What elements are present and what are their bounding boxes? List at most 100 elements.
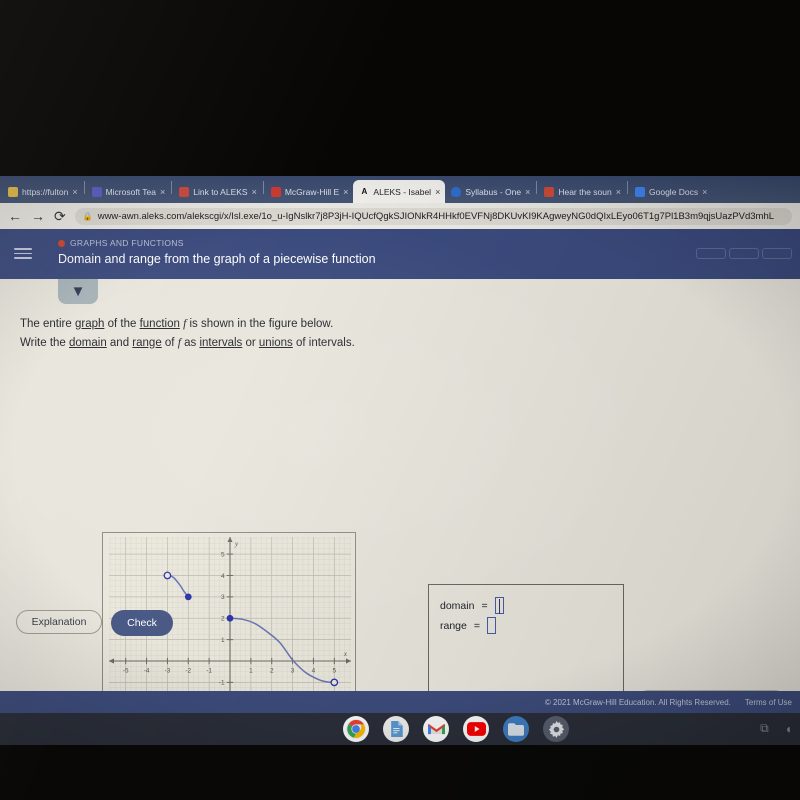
photo-of-laptop-screen: https://fulton × Microsoft Tea × Link to ALE… <box>0 0 800 800</box>
aleks-a-icon: A <box>361 186 368 196</box>
link-range[interactable]: range <box>132 337 161 349</box>
lock-icon: 🔒 <box>82 211 93 221</box>
close-tab-icon[interactable]: × <box>525 187 530 197</box>
category-dot-icon <box>58 239 65 247</box>
gmail-icon[interactable] <box>423 716 449 742</box>
link-unions[interactable]: unions <box>259 337 293 349</box>
browser-tab[interactable]: Link to ALEKS × <box>173 180 262 203</box>
close-tab-icon[interactable]: × <box>72 187 77 197</box>
prompt-text: of the <box>104 318 140 330</box>
onedrive-icon <box>451 186 462 197</box>
bezel-bottom <box>0 745 800 800</box>
answer-entry-panel: domain = range = <box>428 584 624 694</box>
close-tab-icon[interactable]: × <box>160 187 165 197</box>
chrome-icon[interactable] <box>343 716 369 742</box>
link-function[interactable]: function <box>140 318 180 330</box>
x-tick-label: -1 <box>206 668 212 675</box>
browser-tab[interactable]: Google Docs × <box>629 180 712 203</box>
hamburger-icon[interactable] <box>14 245 32 262</box>
teams-icon <box>91 186 102 197</box>
browser-tab-label: Link to ALEKS <box>193 186 248 197</box>
check-button[interactable]: Check <box>111 610 173 636</box>
browser-tab-label: https://fulton <box>22 186 69 197</box>
laptop-screen: https://fulton × Microsoft Tea × Link to ALE… <box>0 176 800 745</box>
shelf-status-area[interactable]: ⧉ ◖ <box>760 721 792 736</box>
youtube-icon[interactable] <box>463 716 489 742</box>
reload-icon[interactable]: ⟳ <box>54 209 66 223</box>
domain-label: domain <box>440 599 475 612</box>
header-button-3[interactable] <box>762 248 792 259</box>
x-tick-label: -5 <box>123 668 129 675</box>
tab-separator <box>171 180 173 194</box>
browser-tab[interactable]: Hear the soun × <box>538 180 626 203</box>
x-tick-label: 4 <box>312 668 316 675</box>
close-tab-icon[interactable]: × <box>252 187 257 197</box>
category-kicker: GRAPHS AND FUNCTIONS <box>58 238 184 248</box>
browser-navbar: ← → ⟳ 🔒 www-awn.aleks.com/alekscgi/x/Isl… <box>0 203 800 229</box>
prompt-text: or <box>242 336 259 349</box>
tab-separator <box>262 180 264 194</box>
files-icon[interactable] <box>503 716 529 742</box>
prompt-text: and <box>106 336 133 349</box>
range-row: range = <box>440 617 496 634</box>
prompt-text: as <box>180 336 200 349</box>
link-graph[interactable]: graph <box>75 318 104 330</box>
prompt-text: Write the <box>20 336 69 349</box>
close-tab-icon[interactable]: × <box>702 187 707 197</box>
browser-tab-label: McGraw-Hill E <box>284 186 340 197</box>
terms-of-use-link[interactable]: Terms of Use <box>745 698 792 707</box>
open-endpoint-piece-1-start <box>163 571 172 580</box>
domain-row: domain = <box>440 597 504 614</box>
prompt-text: is shown in the figure below. <box>186 318 334 330</box>
settings-icon[interactable] <box>543 716 569 742</box>
browser-tabstrip: https://fulton × Microsoft Tea × Link to ALE… <box>0 176 800 203</box>
browser-tab[interactable]: McGraw-Hill E × <box>265 180 354 203</box>
mcgraw-icon <box>270 186 281 197</box>
link-domain[interactable]: domain <box>69 337 107 349</box>
close-tab-icon[interactable]: × <box>435 187 440 197</box>
browser-tab[interactable]: Syllabus - One × <box>445 180 535 203</box>
y-tick-label: -1 <box>219 680 225 687</box>
header-button-1[interactable] <box>696 248 726 259</box>
prompt-line-2: Write the domain and range of f as inter… <box>20 334 355 353</box>
screenshot-icon[interactable]: ⧉ <box>760 721 769 736</box>
collapse-panel-chevron-down-icon[interactable]: ▼ <box>58 279 98 304</box>
x-tick-label: 1 <box>249 668 253 675</box>
browser-tab-label: ALEKS - Isabel <box>373 186 432 197</box>
tab-separator <box>536 180 538 194</box>
browser-tab[interactable]: https://fulton × <box>2 180 83 203</box>
browser-tab[interactable]: Microsoft Tea × <box>86 180 171 203</box>
x-tick-label: -3 <box>165 668 171 675</box>
x-tick-label: -4 <box>144 668 150 675</box>
equals-sign: = <box>481 599 488 612</box>
copyright-text: © 2021 McGraw-Hill Education. All Rights… <box>544 697 731 707</box>
explanation-button[interactable]: Explanation <box>16 610 102 634</box>
browser-tab[interactable]: A ALEKS - Isabel × <box>353 180 446 203</box>
chromeos-shelf: ⧉ ◖ <box>0 713 800 745</box>
address-bar[interactable]: 🔒 www-awn.aleks.com/alekscgi/x/Isl.exe/1… <box>74 207 792 225</box>
clock-icon[interactable]: ◖ <box>785 722 792 736</box>
question-prompt: The entire graph of the function f is sh… <box>20 315 355 353</box>
bookmark-icon <box>8 186 18 197</box>
header-button-2[interactable] <box>729 248 759 259</box>
back-icon[interactable]: ← <box>8 209 22 223</box>
close-tab-icon[interactable]: × <box>343 187 348 197</box>
exercise-page: ▼ The entire graph of the function f is … <box>0 279 800 745</box>
google-docs-icon[interactable] <box>383 716 409 742</box>
range-label: range <box>440 619 467 632</box>
forward-icon[interactable]: → <box>31 209 45 223</box>
prompt-text: The entire <box>20 318 75 330</box>
link-intervals[interactable]: intervals <box>199 337 242 349</box>
prompt-line-1: The entire graph of the function f is sh… <box>20 315 355 334</box>
tab-separator <box>627 180 629 194</box>
browser-tab-label: Google Docs <box>649 186 699 197</box>
page-title: Domain and range from the graph of a pie… <box>58 252 376 266</box>
close-tab-icon[interactable]: × <box>616 187 621 197</box>
video-icon <box>544 186 555 197</box>
browser-tab-label: Syllabus - One <box>465 186 522 197</box>
y-tick-label: 1 <box>221 637 225 644</box>
y-tick-label: 4 <box>221 573 225 580</box>
range-input[interactable] <box>487 617 496 634</box>
closed-endpoint-piece-1-end <box>184 593 192 601</box>
domain-input[interactable] <box>494 597 504 614</box>
